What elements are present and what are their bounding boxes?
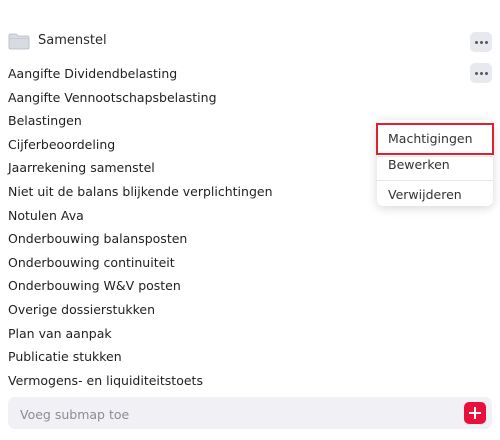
- add-subfolder-button[interactable]: [464, 402, 486, 424]
- list-item[interactable]: Overige dossierstukken: [0, 298, 500, 322]
- folder-header: Samenstel: [0, 26, 500, 58]
- add-subfolder-bar: [8, 397, 492, 431]
- list-item[interactable]: Onderbouwing continuiteit: [0, 251, 500, 275]
- folder-more-button[interactable]: [470, 32, 492, 52]
- more-horizontal-icon: [474, 40, 478, 44]
- list-item[interactable]: Onderbouwing W&V posten: [0, 274, 500, 298]
- folder-icon: [8, 33, 30, 50]
- more-dot: [479, 40, 483, 44]
- context-menu: Machtigingen Bewerken Verwijderen: [376, 120, 494, 206]
- list-item[interactable]: Aangifte Dividendbelasting: [0, 62, 500, 86]
- list-item[interactable]: Vermogens- en liquiditeitstoets: [0, 369, 500, 393]
- list-item[interactable]: Publicatie stukken: [0, 345, 500, 369]
- list-item[interactable]: Aangifte Vennootschapsbelasting: [0, 86, 500, 110]
- menu-item-bewerken[interactable]: Bewerken: [377, 150, 493, 180]
- more-dot: [484, 40, 488, 44]
- folder-title: Samenstel: [38, 33, 107, 48]
- add-subfolder-input[interactable]: [18, 397, 442, 431]
- menu-item-verwijderen[interactable]: Verwijderen: [377, 180, 493, 210]
- list-item[interactable]: Onderbouwing balansposten: [0, 227, 500, 251]
- list-item[interactable]: Plan van aanpak: [0, 322, 500, 346]
- subfolder-list: Aangifte Dividendbelasting Aangifte Venn…: [0, 62, 500, 392]
